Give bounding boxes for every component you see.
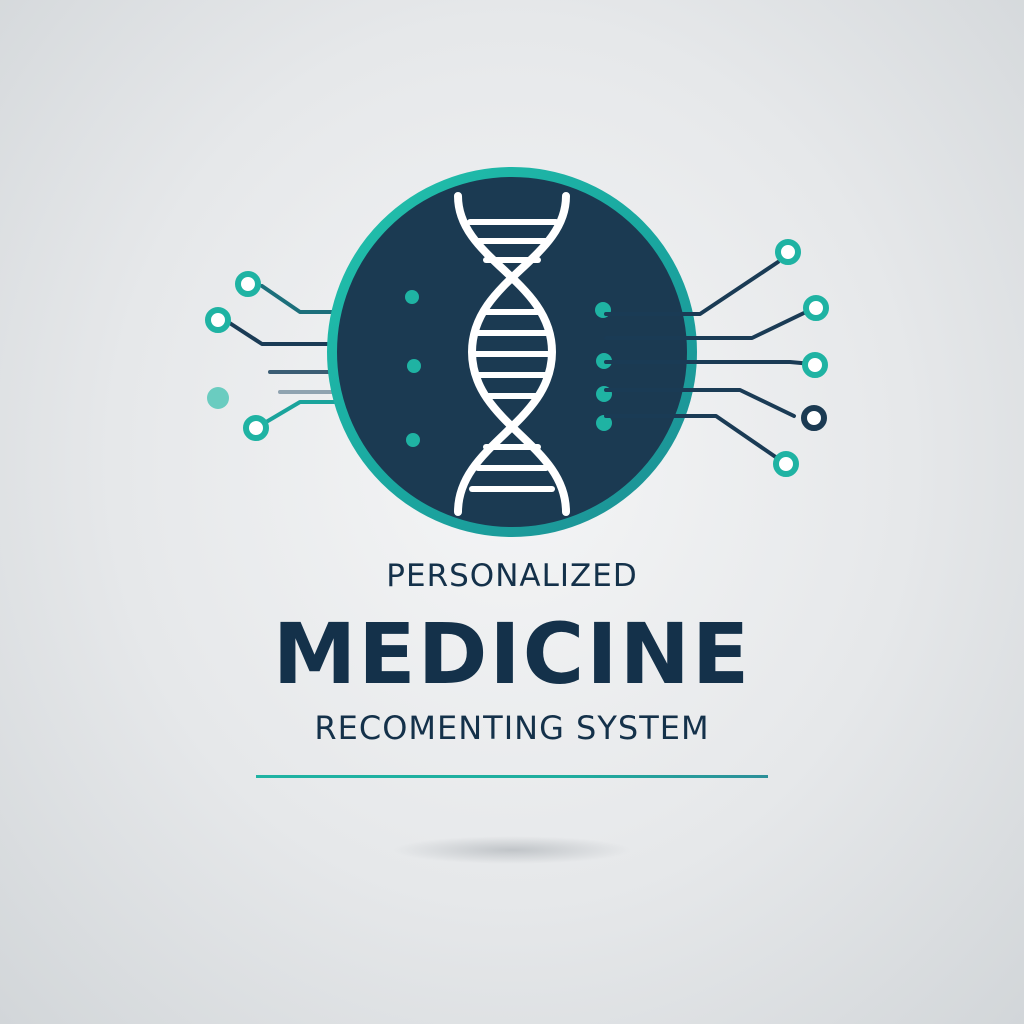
logo-line-system: RECOMENTING SYSTEM — [314, 709, 710, 747]
logo-ground-shadow — [392, 836, 632, 864]
logo-line-personalized: PERSONALIZED — [386, 558, 638, 594]
left-circuit-nodes — [205, 271, 269, 441]
right-circuit-nodes — [773, 239, 829, 477]
logo-underline — [256, 775, 768, 778]
logo-line-medicine: MEDICINE — [272, 605, 752, 703]
dna-circuit-emblem-icon — [205, 167, 829, 537]
